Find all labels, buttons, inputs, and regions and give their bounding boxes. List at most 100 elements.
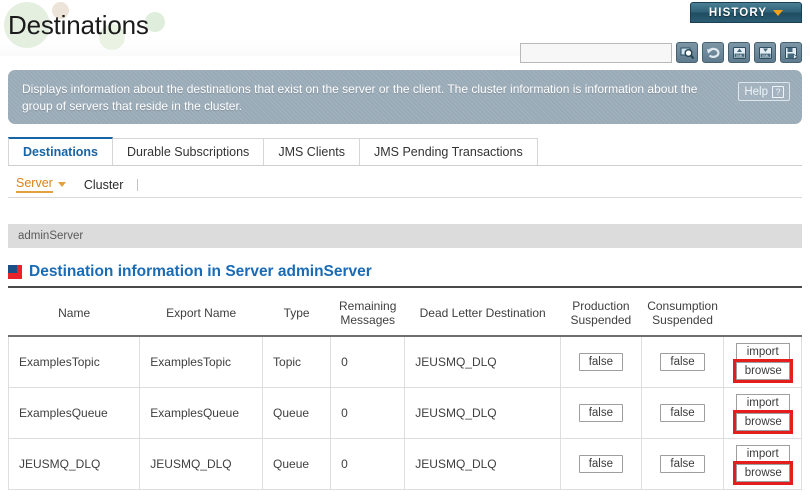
page-title: Destinations: [8, 10, 149, 40]
xml-upload-icon: XML: [732, 46, 746, 59]
info-panel: Displays information about the destinati…: [8, 70, 802, 124]
sub-tabs: Server Cluster: [8, 172, 802, 198]
help-button[interactable]: Help ?: [738, 82, 790, 101]
table-body: ExamplesTopic ExamplesTopic Topic 0 JEUS…: [7, 336, 802, 490]
cell-export-name: ExamplesQueue: [139, 387, 264, 439]
browse-button[interactable]: browse: [732, 461, 793, 485]
jeus-square-icon: [8, 265, 22, 279]
column-header-line2: Messages: [340, 312, 396, 327]
cell-export-name: ExamplesTopic: [139, 336, 264, 388]
cell-dead-letter-destination: JEUSMQ_DLQ: [404, 387, 562, 439]
cell-dead-letter-destination: JEUSMQ_DLQ: [404, 336, 562, 388]
tab-label: Destinations: [23, 145, 99, 159]
cell-dead-letter-destination: JEUSMQ_DLQ: [404, 438, 562, 490]
tab-label: Durable Subscriptions: [127, 145, 250, 159]
cell-remaining-messages: 0: [330, 438, 406, 490]
tab-jms-pending-transactions[interactable]: JMS Pending Transactions: [359, 138, 538, 165]
destinations-table: Name Export Name Type Remaining Messages…: [7, 290, 802, 490]
caret-down-icon[interactable]: [57, 182, 66, 187]
main-tabs: Destinations Durable Subscriptions JMS C…: [8, 137, 802, 166]
section-title: Destination information in Server adminS…: [29, 263, 372, 280]
section-header: Destination information in Server adminS…: [8, 258, 802, 288]
tab-jms-clients[interactable]: JMS Clients: [263, 138, 360, 165]
subtab-server[interactable]: Server: [8, 172, 76, 197]
cell-name: ExamplesQueue: [7, 387, 141, 439]
import-button[interactable]: import: [735, 445, 790, 463]
xml-download-icon: XML: [758, 46, 772, 59]
table-row: ExamplesTopic ExamplesTopic Topic 0 JEUS…: [7, 336, 802, 388]
info-panel-text: Displays information about the destinati…: [22, 82, 698, 113]
browse-button[interactable]: browse: [732, 410, 793, 434]
column-header-line1: Production: [572, 298, 630, 313]
search-icon: [680, 47, 694, 59]
cell-consumption-suspended: false: [640, 387, 725, 439]
save-export-icon: [784, 46, 798, 59]
cell-consumption-suspended: false: [640, 336, 725, 388]
column-header-line2: Suspended: [570, 312, 632, 327]
import-button[interactable]: import: [735, 343, 790, 362]
xml-upload-icon-button[interactable]: XML: [728, 42, 750, 63]
help-button-label: Help: [744, 85, 768, 98]
breadcrumb-label: adminServer: [18, 230, 84, 242]
subtab-cluster[interactable]: Cluster: [76, 172, 134, 197]
column-header-name: Name: [8, 290, 140, 336]
column-header-line2: Suspended: [652, 312, 713, 327]
consumption-suspended-toggle[interactable]: false: [660, 403, 705, 422]
column-header-line1: Consumption: [647, 298, 718, 313]
table-header: Name Export Name Type Remaining Messages…: [8, 290, 802, 336]
cell-consumption-suspended: false: [640, 438, 725, 490]
production-suspended-toggle[interactable]: false: [578, 454, 624, 473]
browse-button[interactable]: browse: [732, 359, 793, 384]
subtab-separator: [137, 178, 139, 191]
tab-label: JMS Pending Transactions: [374, 145, 523, 159]
chevron-down-icon: [773, 9, 784, 16]
cell-production-suspended: false: [560, 387, 642, 439]
destinations-page: Destinations HISTORY XML XML Displays in…: [0, 0, 810, 502]
consumption-suspended-toggle[interactable]: false: [660, 454, 705, 473]
table-header-row: Name Export Name Type Remaining Messages…: [8, 290, 802, 336]
column-header-line1: Remaining: [339, 298, 397, 313]
cell-actions: import browse: [723, 387, 802, 439]
column-header-consumption-suspended: Consumption Suspended: [641, 290, 724, 336]
xml-download-icon-button[interactable]: XML: [754, 42, 776, 63]
svg-text:XML: XML: [761, 54, 768, 58]
question-mark-icon: ?: [772, 85, 784, 98]
cell-remaining-messages: 0: [330, 387, 406, 439]
tab-label: JMS Clients: [278, 145, 345, 159]
column-header-dead-letter-destination: Dead Letter Destination: [404, 290, 561, 336]
save-export-icon-button[interactable]: [780, 42, 802, 63]
cell-actions: import browse: [723, 438, 802, 490]
production-suspended-toggle[interactable]: false: [578, 352, 624, 371]
column-header-type: Type: [262, 290, 331, 336]
search-icon-button[interactable]: [676, 42, 698, 63]
column-header-export-name: Export Name: [139, 290, 263, 336]
history-button[interactable]: HISTORY: [690, 2, 802, 23]
cell-actions: import browse: [723, 336, 802, 388]
history-button-label: HISTORY: [708, 6, 768, 19]
subtab-label: Server: [16, 176, 53, 193]
cell-production-suspended: false: [560, 336, 642, 388]
table-row: ExamplesQueue ExamplesQueue Queue 0 JEUS…: [7, 387, 802, 439]
column-header-production-suspended: Production Suspended: [560, 290, 642, 336]
cell-name: JEUSMQ_DLQ: [7, 438, 141, 490]
table-row: JEUSMQ_DLQ JEUSMQ_DLQ Queue 0 JEUSMQ_DLQ…: [7, 438, 802, 490]
toolbar: XML XML: [520, 42, 802, 63]
cell-type: Topic: [262, 336, 332, 388]
svg-text:XML: XML: [735, 54, 742, 58]
cell-name: ExamplesTopic: [7, 336, 141, 388]
search-input[interactable]: [520, 42, 672, 63]
production-suspended-toggle[interactable]: false: [578, 403, 624, 422]
cell-production-suspended: false: [560, 438, 642, 490]
tab-durable-subscriptions[interactable]: Durable Subscriptions: [112, 138, 265, 165]
cell-remaining-messages: 0: [330, 336, 406, 388]
cell-export-name: JEUSMQ_DLQ: [139, 438, 264, 490]
subtab-label: Cluster: [83, 177, 124, 192]
refresh-icon-button[interactable]: [702, 42, 724, 63]
column-header-actions: [723, 290, 802, 336]
cell-type: Queue: [262, 438, 332, 490]
tab-destinations[interactable]: Destinations: [8, 137, 114, 165]
consumption-suspended-toggle[interactable]: false: [660, 352, 705, 371]
import-button[interactable]: import: [735, 394, 790, 412]
refresh-icon: [706, 47, 719, 58]
breadcrumb: adminServer: [8, 224, 802, 248]
